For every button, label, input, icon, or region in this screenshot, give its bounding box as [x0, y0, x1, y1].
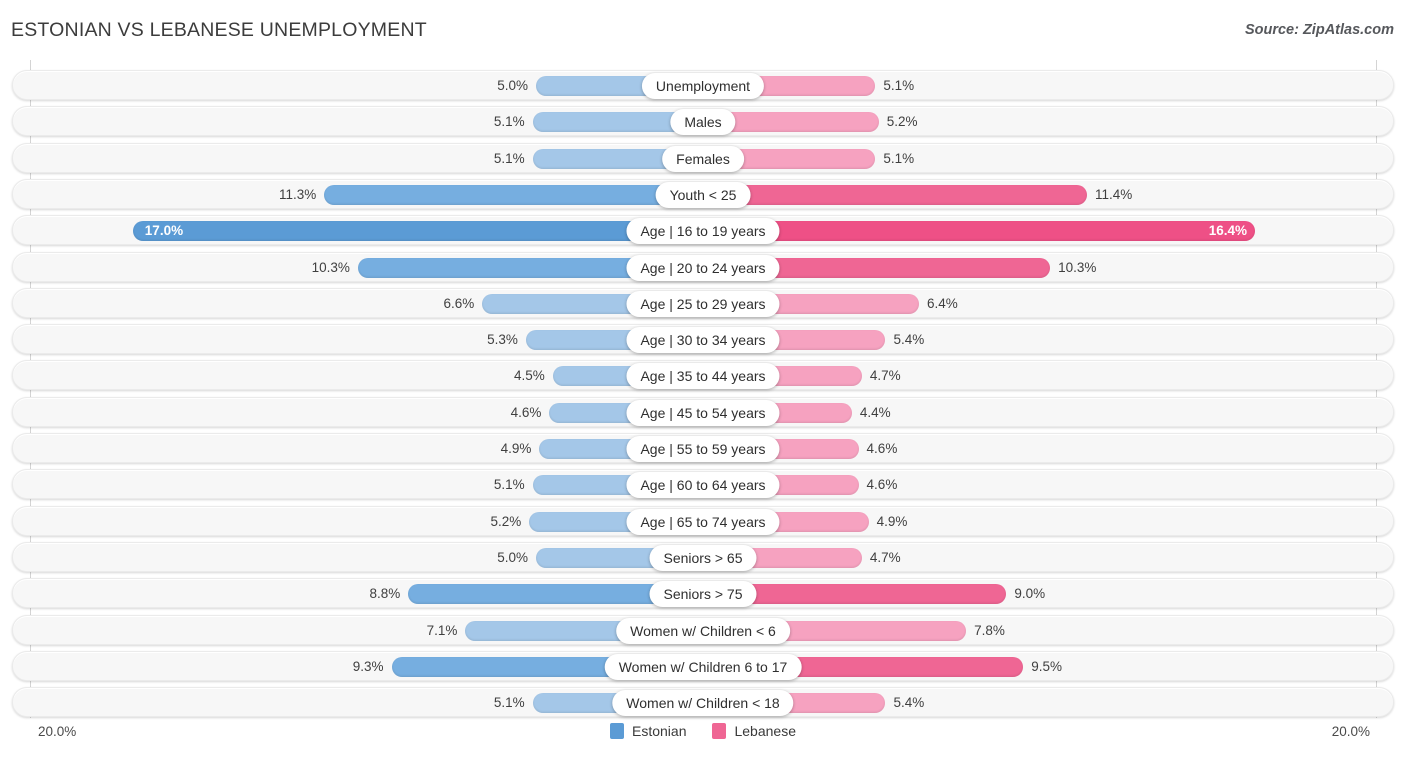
bar-row[interactable]: 5.1% 4.6% Age | 60 to 64 years: [12, 469, 1394, 500]
bar-lebanese: [704, 221, 1256, 242]
value-label-estonian: 7.1%: [426, 622, 458, 638]
chart-header: ESTONIAN VS LEBANESE UNEMPLOYMENT Source…: [0, 0, 1406, 60]
value-label-estonian: 5.0%: [497, 549, 528, 565]
bar-row[interactable]: 4.5% 4.7% Age | 35 to 44 years: [12, 360, 1394, 391]
value-label-estonian: 5.2%: [490, 513, 522, 529]
value-label-estonian: 4.5%: [514, 368, 545, 384]
value-label-lebanese: 5.1%: [883, 78, 915, 93]
value-label-lebanese: 4.6%: [866, 477, 898, 493]
source-attribution: Source: ZipAtlas.com: [1244, 22, 1394, 38]
bar-row[interactable]: 6.6% 6.4% Age | 25 to 29 years: [12, 287, 1394, 318]
value-label-estonian: 8.8%: [369, 586, 401, 602]
row-category-label: Women w/ Children 6 to 17: [604, 653, 802, 680]
chart-footer: 20.0% 20.0% Estonian Lebanese: [0, 718, 1406, 757]
bar-lebanese: [704, 184, 1088, 205]
row-category-label: Youth < 25: [655, 181, 751, 208]
bar-row[interactable]: 5.3% 5.4% Age | 30 to 34 years: [12, 324, 1394, 355]
legend-label: Estonian: [632, 723, 687, 739]
bar-estonian: [132, 221, 704, 242]
legend-swatch-icon: [610, 723, 624, 739]
row-category-label: Age | 35 to 44 years: [626, 363, 780, 390]
value-label-estonian: 10.3%: [311, 259, 350, 275]
value-label-lebanese: 9.0%: [1014, 586, 1046, 602]
value-label-lebanese: 5.1%: [883, 150, 915, 166]
value-label-lebanese: 4.7%: [869, 368, 901, 384]
value-label-lebanese: 4.4%: [859, 404, 891, 420]
row-category-label: Age | 20 to 24 years: [626, 254, 780, 281]
row-category-label: Women w/ Children < 18: [612, 690, 794, 717]
legend-item[interactable]: Lebanese: [712, 723, 796, 739]
bar-row[interactable]: 5.0% 4.7% Seniors > 65: [12, 541, 1394, 572]
row-category-label: Males: [670, 109, 736, 136]
value-label-lebanese: 4.9%: [876, 513, 908, 529]
value-label-estonian: 17.0%: [144, 223, 184, 239]
bar-row[interactable]: 8.8% 9.0% Seniors > 75: [12, 578, 1394, 609]
bar-row[interactable]: 17.0% 16.4% Age | 16 to 19 years: [12, 215, 1394, 246]
value-label-lebanese: 9.5%: [1031, 658, 1062, 674]
value-label-estonian: 5.1%: [493, 150, 525, 166]
row-category-label: Seniors > 65: [649, 544, 757, 571]
row-category-label: Age | 30 to 34 years: [626, 327, 780, 354]
row-category-label: Women w/ Children < 6: [616, 617, 790, 644]
value-label-estonian: 5.0%: [497, 78, 528, 93]
value-label-estonian: 9.3%: [352, 658, 384, 674]
value-label-estonian: 5.1%: [493, 477, 525, 493]
row-category-label: Age | 55 to 59 years: [626, 436, 780, 462]
bar-rows-container: 5.0% 5.1% Unemployment 5.1% 5.2% Males 5.1% 5.1…: [0, 60, 1406, 718]
row-category-label: Age | 45 to 54 years: [626, 399, 780, 426]
bar-row[interactable]: 7.1% 7.8% Women w/ Children < 6: [12, 614, 1394, 645]
value-label-lebanese: 11.4%: [1095, 186, 1133, 202]
value-label-estonian: 5.1%: [493, 695, 525, 711]
value-label-lebanese: 10.3%: [1058, 259, 1097, 275]
value-label-estonian: 4.6%: [510, 404, 542, 420]
bar-row[interactable]: 5.1% 5.4% Women w/ Children < 18: [12, 687, 1394, 718]
value-label-estonian: 6.6%: [443, 295, 475, 311]
bar-row[interactable]: 4.6% 4.4% Age | 45 to 54 years: [12, 396, 1394, 427]
row-category-label: Age | 65 to 74 years: [626, 508, 780, 535]
legend-swatch-icon: [712, 723, 727, 739]
value-label-estonian: 11.3%: [279, 186, 317, 202]
legend-label: Lebanese: [734, 723, 796, 739]
row-category-label: Females: [662, 145, 744, 172]
bar-estonian: [324, 184, 704, 205]
bar-row[interactable]: 9.3% 9.5% Women w/ Children 6 to 17: [12, 650, 1394, 681]
bar-row[interactable]: 10.3% 10.3% Age | 20 to 24 years: [12, 251, 1394, 282]
page-title: ESTONIAN VS LEBANESE UNEMPLOYMENT: [11, 19, 427, 41]
value-label-lebanese: 4.6%: [866, 441, 898, 456]
row-category-label: Age | 25 to 29 years: [626, 290, 780, 317]
bar-row[interactable]: 5.1% 5.1% Females: [12, 142, 1394, 173]
row-category-label: Age | 16 to 19 years: [626, 218, 780, 245]
value-label-lebanese: 7.8%: [974, 622, 1005, 638]
row-category-label: Seniors > 75: [649, 581, 757, 608]
legend-item[interactable]: Estonian: [610, 723, 686, 739]
chart-plot-area: 5.0% 5.1% Unemployment 5.1% 5.2% Males 5.1% 5.1…: [0, 60, 1406, 718]
value-label-lebanese: 16.4%: [1208, 223, 1248, 239]
value-label-estonian: 4.9%: [500, 441, 532, 456]
bar-row[interactable]: 11.3% 11.4% Youth < 25: [12, 178, 1394, 209]
value-label-lebanese: 6.4%: [927, 295, 958, 311]
bar-row[interactable]: 5.0% 5.1% Unemployment: [12, 70, 1394, 100]
value-label-lebanese: 4.7%: [869, 549, 901, 565]
bar-row[interactable]: 5.1% 5.2% Males: [12, 106, 1394, 137]
value-label-estonian: 5.3%: [487, 332, 518, 348]
row-category-label: Unemployment: [641, 73, 765, 99]
value-label-lebanese: 5.2%: [886, 114, 918, 130]
value-label-lebanese: 5.4%: [893, 695, 925, 711]
value-label-lebanese: 5.4%: [893, 332, 925, 348]
value-label-estonian: 5.1%: [493, 114, 525, 130]
row-category-label: Age | 60 to 64 years: [626, 472, 780, 499]
chart-legend: Estonian Lebanese: [0, 723, 1406, 739]
bar-row[interactable]: 5.2% 4.9% Age | 65 to 74 years: [12, 505, 1394, 536]
bar-row[interactable]: 4.9% 4.6% Age | 55 to 59 years: [12, 433, 1394, 463]
